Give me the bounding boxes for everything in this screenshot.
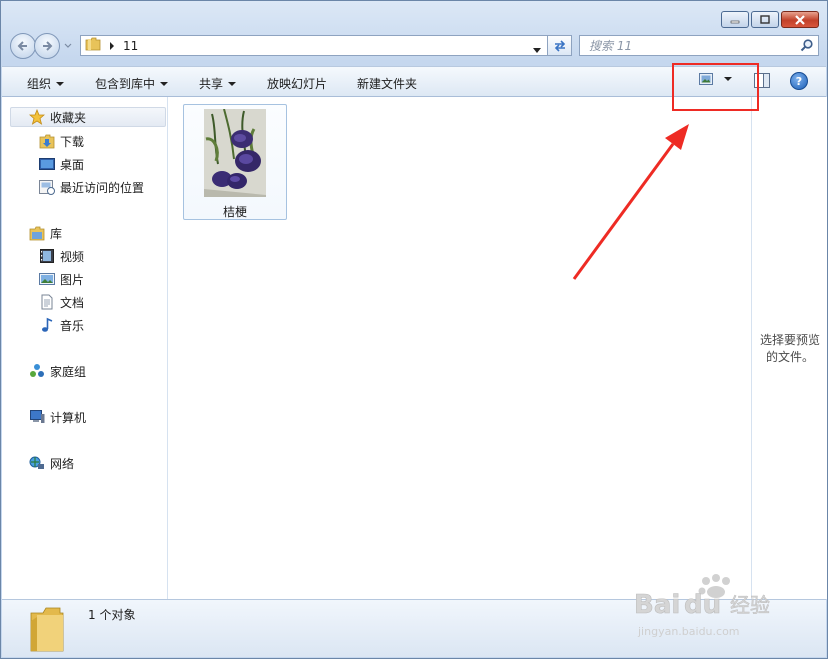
back-button[interactable]: [10, 33, 36, 59]
star-icon: [29, 109, 45, 125]
breadcrumb-arrow-icon[interactable]: [109, 39, 115, 53]
nav-network[interactable]: 网络: [29, 453, 74, 473]
downloads-folder-icon: [39, 133, 55, 149]
nav-videos-label: 视频: [60, 249, 85, 264]
dropdown-arrow-icon: [160, 82, 169, 86]
nav-desktop[interactable]: 桌面: [39, 154, 84, 174]
nav-computer[interactable]: 计算机: [29, 407, 86, 427]
documents-icon: [39, 294, 55, 310]
nav-music-label: 音乐: [60, 318, 85, 333]
image-thumbnail: [204, 109, 266, 197]
search-icon[interactable]: [800, 39, 813, 55]
dropdown-arrow-icon: [228, 82, 237, 86]
nav-pictures[interactable]: 图片: [39, 269, 84, 289]
pictures-icon: [39, 271, 55, 287]
breadcrumb-folder[interactable]: 11: [123, 39, 138, 53]
include-in-library-menu[interactable]: 包含到库中: [95, 75, 169, 92]
homegroup-icon: [29, 363, 45, 379]
nav-favorites-label: 收藏夹: [50, 110, 87, 125]
refresh-icon: [554, 39, 565, 52]
svg-text:经验: 经验: [730, 593, 770, 617]
nav-recent-places-label: 最近访问的位置: [60, 180, 145, 195]
organize-label: 组织: [27, 77, 52, 91]
minimize-icon: [730, 20, 740, 23]
new-folder-button[interactable]: 新建文件夹: [357, 75, 417, 92]
desktop-icon: [39, 156, 55, 172]
baidu-jingyan-watermark: Bai du 经验 jingyan.baidu.com: [634, 574, 770, 638]
dropdown-arrow-icon: [56, 82, 65, 86]
music-note-icon: [39, 317, 55, 333]
nav-videos[interactable]: 视频: [39, 246, 84, 266]
organize-menu[interactable]: 组织: [27, 75, 65, 92]
nav-computer-label: 计算机: [50, 410, 87, 425]
computer-icon: [29, 409, 45, 425]
maximize-icon: [760, 15, 770, 24]
forward-arrow-icon: [43, 41, 53, 51]
chevron-down-icon: [533, 48, 541, 53]
refresh-button[interactable]: [548, 35, 572, 56]
nav-downloads-label: 下载: [60, 134, 85, 149]
file-name: 桔梗: [222, 205, 247, 219]
annotation-arrow-icon: [572, 124, 689, 280]
videos-icon: [39, 248, 55, 264]
item-count: 1 个对象: [88, 608, 136, 622]
nav-homegroup[interactable]: 家庭组: [29, 361, 86, 381]
recent-pages-dropdown[interactable]: [63, 42, 72, 51]
navigation-buttons: [10, 33, 72, 59]
recent-places-icon: [39, 179, 55, 195]
nav-libraries[interactable]: 库: [29, 223, 62, 243]
preview-pane: 选择要预览的文件。: [751, 97, 827, 599]
nav-desktop-label: 桌面: [60, 157, 85, 172]
maximize-button[interactable]: [751, 11, 779, 28]
slideshow-button[interactable]: 放映幻灯片: [267, 75, 327, 92]
include-in-library-label: 包含到库中: [95, 77, 156, 91]
folder-large-icon: [27, 603, 67, 656]
close-icon: [795, 14, 805, 25]
annotation-highlight-box: [672, 63, 759, 111]
search-input[interactable]: 搜索 11: [579, 35, 819, 56]
nav-pictures-label: 图片: [60, 272, 85, 287]
chevron-down-icon: [64, 43, 71, 48]
address-bar[interactable]: 11: [80, 35, 548, 56]
share-label: 共享: [199, 77, 224, 91]
svg-text:du: du: [684, 590, 721, 620]
libraries-icon: [29, 225, 45, 241]
svg-text:jingyan.baidu.com: jingyan.baidu.com: [637, 625, 740, 638]
nav-documents-label: 文档: [60, 295, 85, 310]
close-button[interactable]: [781, 11, 819, 28]
nav-libraries-label: 库: [50, 226, 63, 241]
network-icon: [29, 455, 45, 471]
file-item[interactable]: 桔梗: [183, 104, 287, 220]
navigation-pane: 收藏夹 下载 桌面 最近访问的位置 库 视频 图片 文档 音乐 家庭组 计算机 …: [2, 97, 168, 599]
forward-button[interactable]: [34, 33, 60, 59]
nav-recent-places[interactable]: 最近访问的位置: [39, 177, 144, 197]
address-history-dropdown[interactable]: [533, 42, 541, 56]
caption-buttons: [719, 11, 819, 28]
search-placeholder: 搜索 11: [589, 39, 633, 53]
nav-documents[interactable]: 文档: [39, 292, 84, 312]
minimize-button[interactable]: [721, 11, 749, 28]
help-button[interactable]: ?: [790, 72, 808, 90]
nav-network-label: 网络: [50, 456, 75, 471]
svg-text:Bai: Bai: [634, 590, 680, 620]
nav-downloads[interactable]: 下载: [39, 131, 84, 151]
preview-message: 选择要预览的文件。: [759, 333, 820, 364]
nav-music[interactable]: 音乐: [39, 315, 84, 335]
folder-icon: [85, 37, 101, 54]
nav-favorites[interactable]: 收藏夹: [10, 107, 166, 127]
back-arrow-icon: [17, 41, 27, 51]
share-menu[interactable]: 共享: [199, 75, 237, 92]
explorer-window: 11 搜索 11 组织 包含到库中 共享 放映幻灯片 新建文件夹 ? 收藏夹 下…: [0, 0, 828, 659]
nav-homegroup-label: 家庭组: [50, 364, 87, 379]
